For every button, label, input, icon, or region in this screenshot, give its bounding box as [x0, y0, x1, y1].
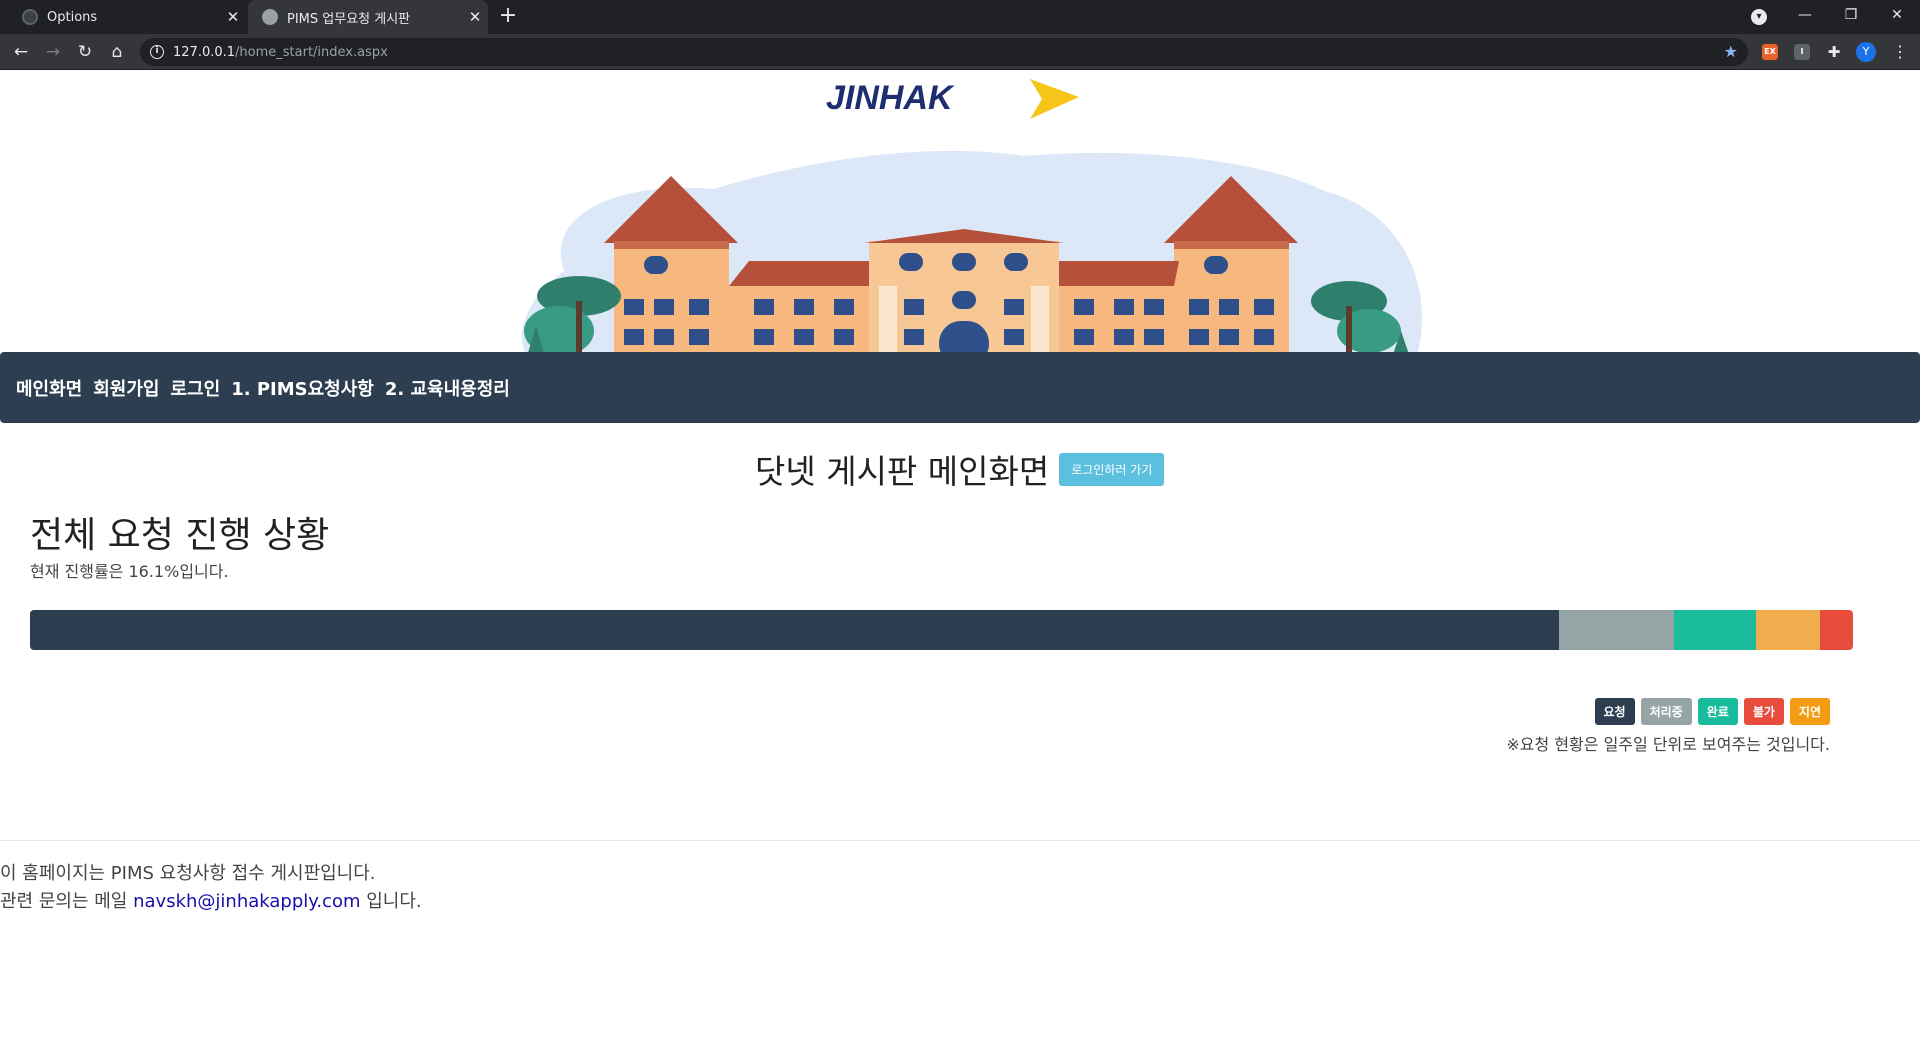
close-tab-icon[interactable]: ✕	[220, 8, 246, 26]
nav-item-education-notes[interactable]: 2. 교육내용정리	[385, 375, 510, 401]
url-host: 127.0.0.1	[173, 44, 236, 60]
globe-icon	[262, 9, 278, 25]
tab-title: Options	[47, 9, 98, 25]
status-badge: 지연	[1789, 698, 1830, 725]
close-window-icon[interactable]: ✕	[1874, 0, 1920, 34]
progress-segment-1	[1559, 610, 1675, 650]
status-badge: 요청	[1594, 698, 1635, 725]
minimize-icon[interactable]: —	[1782, 0, 1828, 34]
browser-toolbar: ← → ↻ ⌂ i 127.0.0.1/home_start/index.asp…	[0, 34, 1920, 70]
browser-tab-strip: Options ✕ PIMS 업무요청 게시판 ✕ + ▾ — ❐ ✕	[0, 0, 1920, 34]
nav-item-signup[interactable]: 회원가입	[93, 375, 159, 401]
status-badge: 처리중	[1640, 698, 1692, 725]
page-title: 닷넷 게시판 메인화면	[755, 452, 1050, 491]
logo-arrow-icon	[1030, 79, 1079, 119]
page-content: JINHAK 메인화면 회원가입 로그인 1. PIMS요청사항 2. 교육내용…	[0, 71, 1920, 1040]
request-progress-bar	[30, 610, 1853, 650]
site-info-icon[interactable]: i	[150, 45, 164, 59]
footer-contact-suffix: 입니다.	[366, 891, 422, 912]
extensions-puzzle-icon[interactable]: ✚	[1821, 39, 1847, 65]
weekly-note: ※요청 현황은 일주일 단위로 보여주는 것입니다.	[1506, 735, 1830, 754]
close-tab-icon[interactable]: ✕	[462, 8, 488, 26]
reload-icon[interactable]: ↻	[72, 39, 98, 65]
new-tab-button[interactable]: +	[495, 4, 521, 30]
github-icon	[22, 9, 38, 25]
footer-contact-prefix: 관련 문의는 메일	[0, 891, 128, 912]
main-navbar: 메인화면 회원가입 로그인 1. PIMS요청사항 2. 교육내용정리	[0, 352, 1920, 423]
footer-line-2: 관련 문의는 메일 navskh@jinhakapply.com 입니다.	[0, 888, 422, 916]
forward-arrow-icon[interactable]: →	[40, 39, 66, 65]
bookmark-star-icon[interactable]: ★	[1724, 42, 1738, 61]
footer-divider	[0, 840, 1920, 841]
nav-item-pims-requests[interactable]: 1. PIMS요청사항	[231, 375, 374, 401]
main-title-row: 닷넷 게시판 메인화면 로그인하러 가기	[755, 448, 1165, 491]
extension-icon[interactable]: EX	[1762, 44, 1778, 60]
progress-segment-3	[1756, 610, 1821, 650]
nav-item-home[interactable]: 메인화면	[16, 375, 82, 401]
contact-email-link[interactable]: navskh@jinhakapply.com	[133, 891, 360, 912]
progress-segment-2	[1674, 610, 1757, 650]
status-badge: 완료	[1697, 698, 1738, 725]
status-badge: 불가	[1743, 698, 1784, 725]
tab-options[interactable]: Options ✕	[8, 0, 246, 34]
progress-rate-text: 현재 진행률은 16.1%입니다.	[30, 562, 229, 581]
back-arrow-icon[interactable]: ←	[8, 39, 34, 65]
url-path: /home_start/index.aspx	[235, 44, 388, 60]
section-title: 전체 요청 진행 상황	[30, 515, 330, 556]
profile-avatar[interactable]: Y	[1856, 42, 1876, 62]
extension-icon[interactable]: I	[1794, 44, 1810, 60]
footer-line-1: 이 홈페이지는 PIMS 요청사항 접수 게시판입니다.	[0, 863, 376, 884]
logo-text: JINHAK	[826, 79, 955, 117]
progress-segment-4	[1820, 610, 1853, 650]
jinhak-logo: JINHAK	[826, 79, 1079, 119]
footer: 이 홈페이지는 PIMS 요청사항 접수 게시판입니다. 관련 문의는 메일 n…	[0, 860, 422, 916]
home-icon[interactable]: ⌂	[104, 39, 130, 65]
tab-search-icon[interactable]: ▾	[1751, 9, 1767, 25]
nav-item-login[interactable]: 로그인	[171, 375, 221, 401]
tab-pims[interactable]: PIMS 업무요청 게시판 ✕	[248, 0, 488, 34]
progress-segment-0	[30, 610, 1560, 650]
restore-icon[interactable]: ❐	[1828, 0, 1874, 34]
menu-kebab-icon[interactable]: ⋮	[1890, 39, 1910, 65]
address-bar[interactable]: i 127.0.0.1/home_start/index.aspx ★	[140, 38, 1748, 66]
tab-title: PIMS 업무요청 게시판	[287, 11, 411, 27]
status-legend: 요청 처리중 완료 불가 지연	[1594, 698, 1830, 725]
go-login-button[interactable]: 로그인하러 가기	[1059, 452, 1165, 486]
